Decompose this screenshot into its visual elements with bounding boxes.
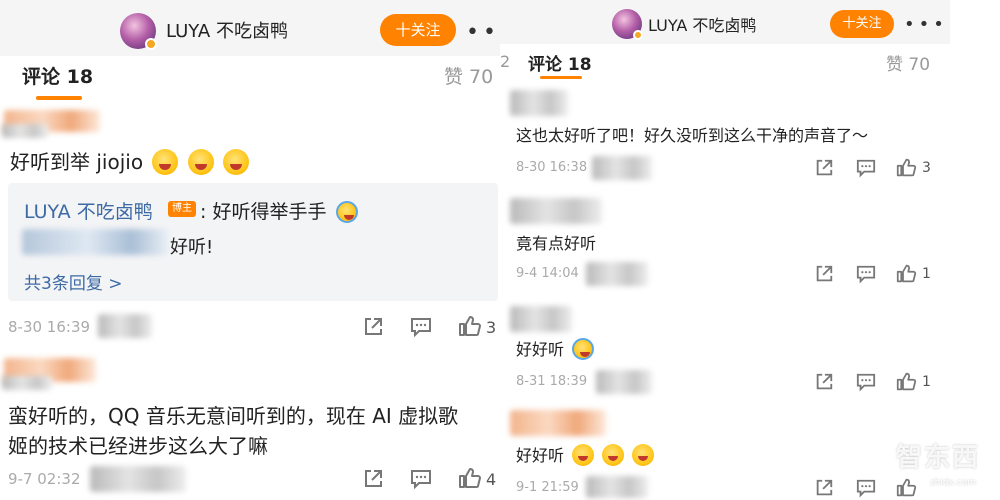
comment-text: 好好听 xyxy=(516,336,595,360)
avatar[interactable] xyxy=(612,9,643,40)
comment-text-body: 好听到举 jiojio xyxy=(10,150,144,174)
comment-text: 好听到举 jiojio xyxy=(10,146,250,175)
like-icon[interactable] xyxy=(896,263,917,284)
comment-text-line1: 蛮好听的，QQ 音乐无意间听到的，现在 AI 虚拟歌 xyxy=(8,404,459,428)
location-blurred xyxy=(90,466,186,492)
laugh-cry-icon xyxy=(572,338,595,360)
more-menu-icon[interactable]: ••• xyxy=(904,16,948,34)
site-watermark: 智东西 xyxy=(895,443,980,473)
commenter-name-blurred[interactable] xyxy=(510,410,606,436)
comment-tab-bar: 2 评论 18 赞 70 xyxy=(500,44,950,84)
comment-text-line2: 姬的技术已经进步这么大了嘛 xyxy=(8,434,268,458)
grin-icon xyxy=(632,444,655,466)
reply-user-blurred xyxy=(22,229,168,255)
verified-badge-icon xyxy=(633,30,643,40)
like-icon[interactable] xyxy=(458,466,482,490)
like-count: 1 xyxy=(922,266,931,282)
grin-icon xyxy=(152,149,179,175)
comment-timestamp: 8-31 18:39 xyxy=(516,374,588,389)
reply-thread[interactable]: LUYA 不吃卤鸭 博主 : 好听得举手手 好听! 共3条回复 > xyxy=(8,183,498,301)
commenter-name-blurred[interactable] xyxy=(510,306,572,332)
share-icon[interactable] xyxy=(362,468,384,490)
tab-active-indicator xyxy=(36,96,82,100)
profile-header: LUYA 不吃卤鸭 十关注 ••• xyxy=(0,0,500,56)
location-blurred xyxy=(596,370,652,394)
cropped-edge-digit: 2 xyxy=(500,52,511,71)
comment-timestamp: 8-30 16:39 xyxy=(8,318,91,336)
tab-comments[interactable]: 评论 18 xyxy=(528,50,592,75)
tab-active-indicator xyxy=(540,76,582,79)
share-icon[interactable] xyxy=(814,264,834,284)
profile-header: LUYA 不吃卤鸭 十关注 ••• xyxy=(500,0,950,44)
reply-text: : 好听得举手手 xyxy=(200,197,358,224)
comment-text: 这也太好听了吧！好久没听到这么干净的声音了～ xyxy=(516,126,869,145)
grin-icon xyxy=(223,149,250,175)
share-icon[interactable] xyxy=(814,372,834,392)
grin-icon xyxy=(187,149,214,175)
comment-icon[interactable] xyxy=(410,316,432,338)
grin-icon xyxy=(572,444,595,466)
location-blurred xyxy=(586,476,648,498)
comment-text: 好好听 xyxy=(516,442,655,466)
like-icon[interactable] xyxy=(458,314,482,338)
tab-likes[interactable]: 赞 70 xyxy=(886,50,930,75)
like-count: 3 xyxy=(922,160,931,176)
share-icon[interactable] xyxy=(814,158,834,178)
view-more-replies-link[interactable]: 共3条回复 > xyxy=(24,269,122,294)
comment-icon[interactable] xyxy=(856,478,876,498)
comment-timestamp: 9-4 14:04 xyxy=(516,266,579,281)
share-icon[interactable] xyxy=(362,316,384,338)
right-screenshot: LUYA 不吃卤鸭 十关注 ••• 2 评论 18 赞 70 这也太好听了吧！好… xyxy=(500,0,950,500)
comment-icon[interactable] xyxy=(856,158,876,178)
comment-timestamp: 9-7 02:32 xyxy=(8,470,81,488)
location-blurred xyxy=(98,314,152,338)
commenter-name-blurred[interactable] xyxy=(2,376,52,390)
more-menu-icon[interactable]: ••• xyxy=(466,22,500,44)
second-reply-text: 好听! xyxy=(170,237,214,258)
comment-timestamp: 8-30 16:38 xyxy=(516,160,588,175)
tab-likes[interactable]: 赞 70 xyxy=(444,62,493,89)
comment-text: 竟有点好听 xyxy=(516,234,597,253)
author-badge: 博主 xyxy=(168,201,196,217)
comment-timestamp: 9-1 21:59 xyxy=(516,480,579,495)
like-count: 4 xyxy=(486,470,497,489)
like-icon[interactable] xyxy=(896,157,917,178)
comment-text-body: 好好听 xyxy=(516,340,565,359)
like-count: 3 xyxy=(486,318,497,337)
follow-button[interactable]: 十关注 xyxy=(830,10,894,38)
comment-tab-bar: 评论 18 赞 70 xyxy=(0,56,500,102)
location-blurred xyxy=(586,262,648,286)
avatar[interactable] xyxy=(120,13,157,50)
share-icon[interactable] xyxy=(814,478,834,498)
reply-text-body: : 好听得举手手 xyxy=(200,201,327,223)
commenter-name-blurred[interactable] xyxy=(510,198,602,224)
comment-icon[interactable] xyxy=(856,264,876,284)
tab-comments[interactable]: 评论 18 xyxy=(22,62,93,89)
commenter-name-blurred[interactable] xyxy=(2,124,48,138)
verified-badge-icon xyxy=(145,38,157,50)
page-title: LUYA 不吃卤鸭 xyxy=(166,21,288,42)
site-watermark-url: zhidx.com xyxy=(929,478,976,488)
left-screenshot: LUYA 不吃卤鸭 十关注 ••• 评论 18 赞 70 好听到举 jiojio… xyxy=(0,0,500,500)
raise-hands-icon xyxy=(335,201,358,223)
follow-button[interactable]: 十关注 xyxy=(380,14,456,46)
reply-author-name[interactable]: LUYA 不吃卤鸭 xyxy=(24,197,153,224)
comment-icon[interactable] xyxy=(410,468,432,490)
commenter-name-blurred[interactable] xyxy=(510,90,568,116)
like-icon[interactable] xyxy=(896,477,917,498)
comment-icon[interactable] xyxy=(856,372,876,392)
like-icon[interactable] xyxy=(896,371,917,392)
location-blurred xyxy=(592,156,652,180)
like-count: 1 xyxy=(922,374,931,390)
page-title: LUYA 不吃卤鸭 xyxy=(648,16,757,35)
grin-icon xyxy=(602,444,625,466)
comment-text-body: 好好听 xyxy=(516,446,565,465)
